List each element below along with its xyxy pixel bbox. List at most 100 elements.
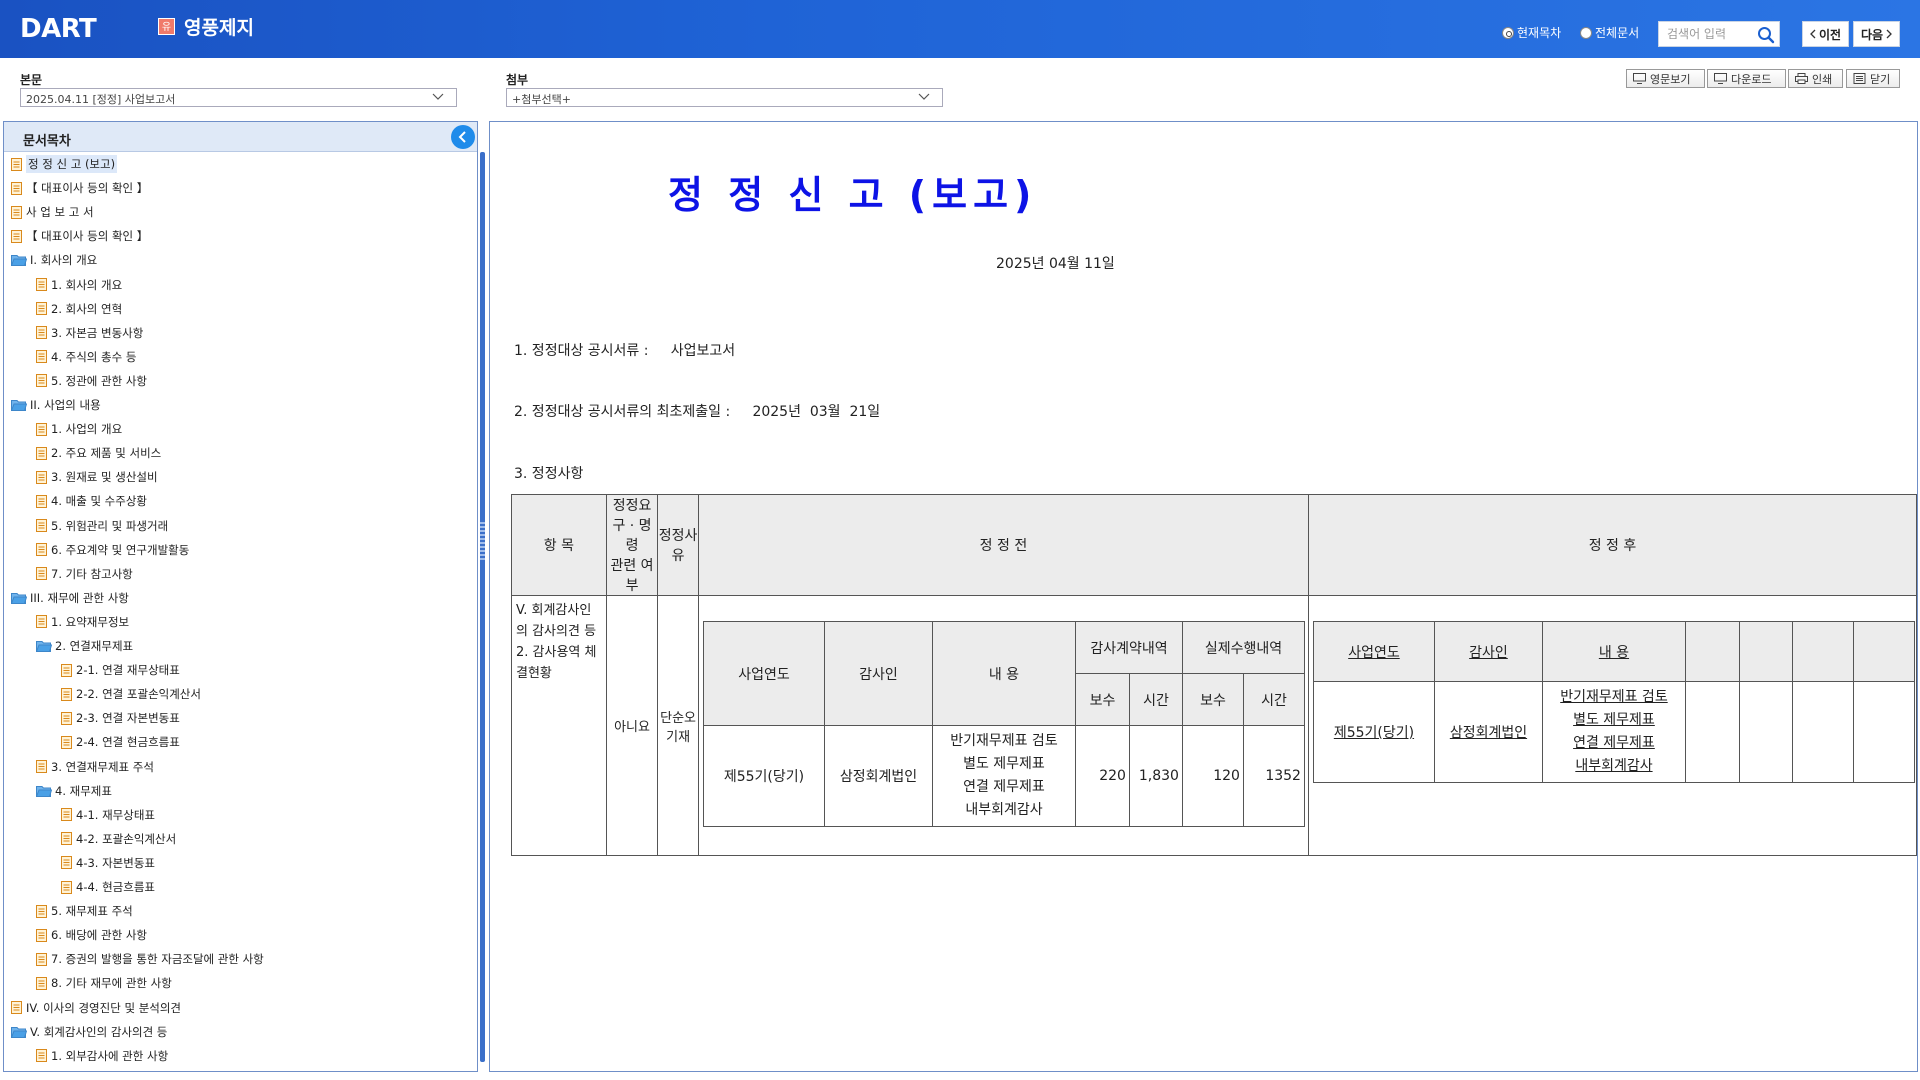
before-head-content: 내 용 bbox=[931, 621, 1076, 726]
toc-item[interactable]: 2-4. 연결 현금흐름표 bbox=[61, 732, 180, 752]
document-icon bbox=[36, 374, 47, 388]
close-button[interactable]: 닫기 bbox=[1846, 69, 1900, 88]
toc-item[interactable]: 1. 회사의 개요 bbox=[36, 275, 122, 295]
main-doc-value: 2025.04.11 [정정] 사업보고서 bbox=[26, 93, 176, 106]
top-header: DART 유 영풍제지 현재목차 전체문서 이전 다음 bbox=[0, 0, 1920, 58]
toc-list: 정 정 신 고 (보고) 【 대표이사 등의 확인 】 사 업 보 고 서 【 대표이… bbox=[4, 153, 477, 1071]
toc-item[interactable]: 【 대표이사 등의 확인 】 bbox=[11, 178, 148, 198]
toc-item[interactable]: 6. 주요계약 및 연구개발활동 bbox=[36, 540, 189, 560]
toc-item[interactable]: I. 회사의 개요 bbox=[11, 250, 97, 270]
main-doc-select[interactable]: 2025.04.11 [정정] 사업보고서 bbox=[20, 88, 457, 107]
document-icon bbox=[36, 928, 47, 942]
header-related-line1: 정정요구 · 명령 bbox=[612, 498, 652, 554]
english-view-button[interactable]: 영문보기 bbox=[1626, 69, 1705, 88]
document-title: 정 정 신 고 (보고) bbox=[668, 173, 1038, 217]
toc-item[interactable]: 6. 배당에 관한 사항 bbox=[36, 925, 147, 945]
radio-circle[interactable] bbox=[1580, 26, 1592, 39]
document-icon bbox=[36, 422, 47, 436]
folder-open-icon bbox=[36, 641, 52, 652]
toc-item[interactable]: 8. 기타 재무에 관한 사항 bbox=[36, 973, 172, 993]
toc-item[interactable]: 4-4. 현금흐름표 bbox=[61, 877, 155, 897]
toc-item[interactable]: 2. 주요 제품 및 서비스 bbox=[36, 443, 161, 463]
document-icon bbox=[61, 711, 72, 725]
document-icon bbox=[36, 904, 47, 918]
item-line1: V. 회계감사인의 감사의견 등 bbox=[516, 603, 597, 639]
after-content: 반기재무제표 검토 별도 제무제표 연결 제무제표 내부회계감사 bbox=[1541, 681, 1686, 783]
toc-item-label: 정 정 신 고 (보고) bbox=[26, 155, 118, 173]
after-content-line: 별도 제무제표 bbox=[1573, 712, 1655, 728]
document-icon bbox=[36, 615, 47, 629]
splitter-grip[interactable] bbox=[480, 520, 485, 560]
toc-item[interactable]: 4-3. 자본변동표 bbox=[61, 853, 155, 873]
toc-panel: 문서목차 정 정 신 고 (보고) 【 대표이사 등의 확인 】 사 업 보 고 서… bbox=[3, 121, 478, 1072]
prev-button[interactable]: 이전 bbox=[1802, 21, 1849, 47]
after-head-extra bbox=[1684, 621, 1740, 682]
document-icon bbox=[36, 326, 47, 340]
toc-item[interactable]: V. 회계감사인의 감사의견 등 bbox=[11, 1022, 167, 1042]
document-icon bbox=[36, 446, 47, 460]
toc-item[interactable]: 2. 회사의 연혁 bbox=[36, 299, 122, 319]
document-icon bbox=[36, 470, 47, 484]
radio-label: 전체문서 bbox=[1595, 26, 1640, 40]
toc-item[interactable]: 5. 재무제표 주석 bbox=[36, 901, 133, 921]
toc-item[interactable]: 【 대표이사 등의 확인 】 bbox=[11, 226, 148, 246]
toc-item[interactable]: 4-1. 재무상태표 bbox=[61, 805, 155, 825]
toc-item[interactable]: 2-2. 연결 포괄손익계산서 bbox=[61, 684, 201, 704]
after-cell-extra bbox=[1684, 681, 1740, 783]
toc-item[interactable]: 2-3. 연결 자본변동표 bbox=[61, 708, 180, 728]
toc-item[interactable]: 3. 연결재무제표 주석 bbox=[36, 757, 154, 777]
attachment-select[interactable]: +첨부선택+ bbox=[506, 88, 943, 107]
radio-circle[interactable] bbox=[1502, 26, 1514, 39]
panel-splitter[interactable] bbox=[480, 152, 485, 1062]
collapse-toc-button[interactable] bbox=[451, 125, 475, 149]
document-icon bbox=[36, 519, 47, 532]
before-inner-table: 사업연도 감사인 내 용 감사계약내역 실제수행내역 보수 시간 보수 시간 제… bbox=[702, 621, 1305, 827]
toc-item[interactable]: 2-1. 연결 재무상태표 bbox=[61, 660, 180, 680]
next-button[interactable]: 다음 bbox=[1853, 21, 1900, 47]
header-after: 정 정 후 bbox=[1307, 494, 1917, 596]
toc-item[interactable]: 7. 기타 참고사항 bbox=[36, 564, 133, 584]
document-icon bbox=[11, 157, 22, 171]
search-icon[interactable] bbox=[1757, 26, 1775, 44]
radio-current-toc[interactable]: 현재목차 bbox=[1502, 24, 1561, 41]
toc-item[interactable]: 1. 사업의 개요 bbox=[36, 419, 122, 439]
toc-item[interactable]: III. 재무에 관한 사항 bbox=[11, 588, 129, 608]
toc-item[interactable]: IV. 이사의 경영진단 및 분석의견 bbox=[11, 998, 181, 1018]
toc-item[interactable]: 4. 매출 및 수주상황 bbox=[36, 491, 147, 511]
toc-item[interactable]: II. 사업의 내용 bbox=[11, 395, 101, 415]
document-icon bbox=[11, 205, 22, 219]
toc-item[interactable]: 7. 증권의 발행을 통한 자금조달에 관한 사항 bbox=[36, 949, 264, 969]
dart-logo[interactable]: DART bbox=[20, 14, 97, 44]
document-icon bbox=[36, 1049, 47, 1063]
radio-all-docs[interactable]: 전체문서 bbox=[1580, 24, 1639, 41]
toc-item[interactable]: 사 업 보 고 서 bbox=[11, 202, 94, 222]
toc-item[interactable]: 4. 주식의 총수 등 bbox=[36, 347, 136, 367]
prev-label: 이전 bbox=[1818, 27, 1842, 42]
toc-item-label: 3. 연결재무제표 주석 bbox=[51, 759, 154, 774]
print-button[interactable]: 인쇄 bbox=[1788, 69, 1843, 88]
header-before: 정 정 전 bbox=[697, 494, 1309, 596]
toc-item[interactable]: 5. 정관에 관한 사항 bbox=[36, 371, 147, 391]
toc-item[interactable]: 1. 요약재무정보 bbox=[36, 612, 129, 632]
item-line2: 2. 감사용역 체결현황 bbox=[516, 645, 597, 681]
toc-item-label: 2-4. 연결 현금흐름표 bbox=[76, 735, 180, 750]
toc-item[interactable]: 2. 연결재무제표 bbox=[36, 636, 133, 656]
toc-item[interactable]: 1. 외부감사에 관한 사항 bbox=[36, 1046, 168, 1066]
chevron-right-icon bbox=[1886, 29, 1892, 39]
toc-item[interactable]: 3. 자본금 변동사항 bbox=[36, 323, 143, 343]
document-icon bbox=[11, 229, 22, 243]
toc-item[interactable]: 4. 재무제표 bbox=[36, 781, 112, 801]
toc-item[interactable]: 정 정 신 고 (보고) bbox=[11, 154, 118, 174]
document-icon bbox=[11, 1001, 22, 1014]
document-icon bbox=[61, 735, 72, 749]
before-head-actual: 실제수행내역 bbox=[1181, 621, 1305, 674]
toc-item[interactable]: 3. 원재료 및 생산설비 bbox=[36, 467, 158, 487]
chevron-left-icon bbox=[458, 131, 466, 143]
chevron-down-icon bbox=[918, 93, 930, 100]
toc-item[interactable]: 5. 위험관리 및 파생거래 bbox=[36, 516, 168, 536]
toc-item-label: 2-2. 연결 포괄손익계산서 bbox=[76, 687, 201, 702]
download-button[interactable]: 다운로드 bbox=[1707, 69, 1786, 88]
search-box bbox=[1658, 21, 1780, 47]
toc-item-label: V. 회계감사인의 감사의견 등 bbox=[30, 1024, 168, 1039]
toc-item[interactable]: 4-2. 포괄손익계산서 bbox=[61, 829, 176, 849]
